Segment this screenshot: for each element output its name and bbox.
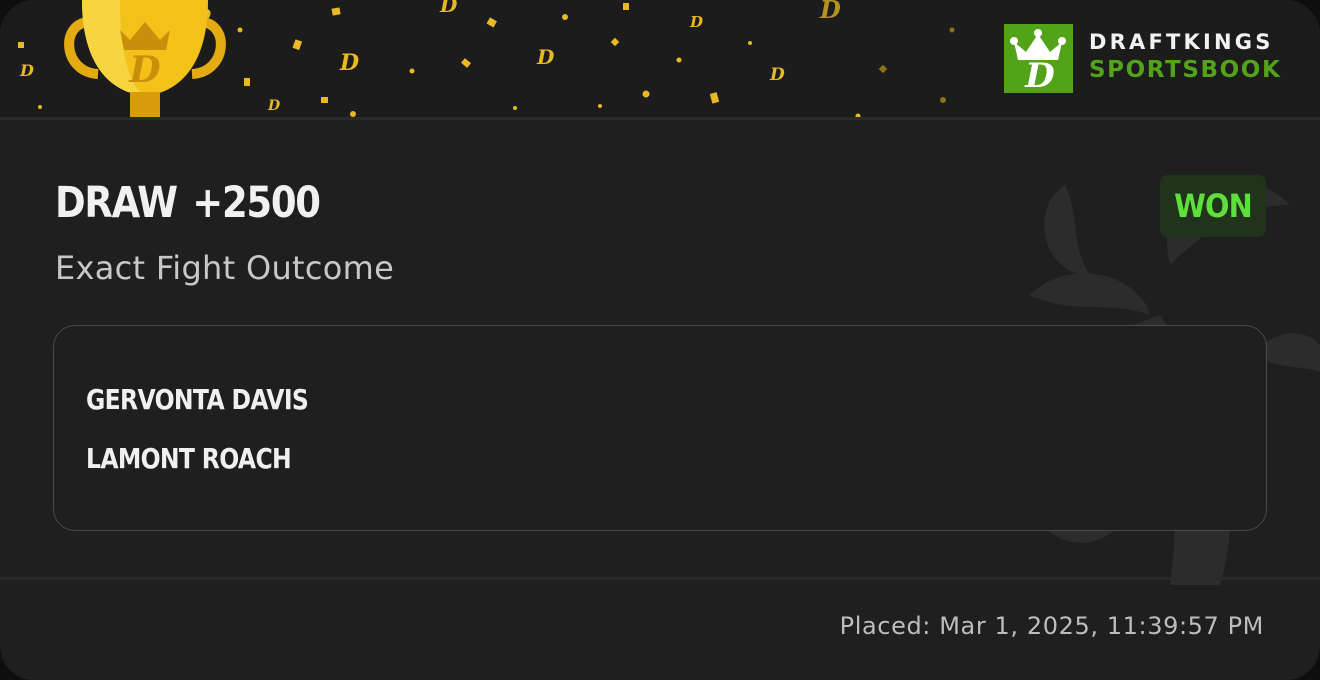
svg-text:D: D — [1024, 56, 1055, 93]
svg-text:D: D — [439, 0, 458, 17]
svg-text:D: D — [128, 49, 160, 91]
bet-slip-card: D D D D D D D D D D DRAFTKINGS SPORTSBOO… — [0, 0, 1320, 680]
svg-text:D: D — [19, 61, 34, 80]
status-badge: WON — [1160, 175, 1266, 237]
svg-text:D: D — [819, 0, 841, 24]
fighter-name: LAMONT ROACH — [86, 442, 292, 475]
bet-market: Exact Fight Outcome — [55, 249, 395, 287]
status-label: WON — [1174, 187, 1253, 225]
header-divider — [0, 117, 1320, 120]
logo-wordmark-sportsbook: SPORTSBOOK — [1089, 57, 1282, 83]
footer-divider — [0, 577, 1320, 580]
svg-text:D: D — [339, 50, 359, 76]
logo-wordmark-draftkings: DRAFTKINGS — [1089, 30, 1274, 54]
svg-text:D: D — [267, 98, 281, 114]
draftkings-crown-icon: D — [1004, 24, 1073, 93]
bet-odds: +2500 — [192, 178, 321, 228]
trophy-icon: D — [64, 0, 226, 117]
placed-timestamp: Placed: Mar 1, 2025, 11:39:57 PM — [839, 612, 1264, 640]
svg-text:D: D — [536, 45, 555, 69]
event-details-box[interactable]: GERVONTA DAVIS LAMONT ROACH — [53, 325, 1267, 531]
bet-selection: DRAW — [55, 178, 178, 228]
fighter-name: GERVONTA DAVIS — [86, 383, 309, 416]
celebration-header: D D D D D D D D D D DRAFTKINGS SPORTSBOO… — [0, 0, 1320, 117]
bet-title: DRAW +2500 — [55, 178, 321, 228]
svg-text:D: D — [769, 65, 785, 85]
svg-text:D: D — [689, 13, 703, 31]
draftkings-sportsbook-logo: D DRAFTKINGS SPORTSBOOK — [1004, 24, 1280, 94]
